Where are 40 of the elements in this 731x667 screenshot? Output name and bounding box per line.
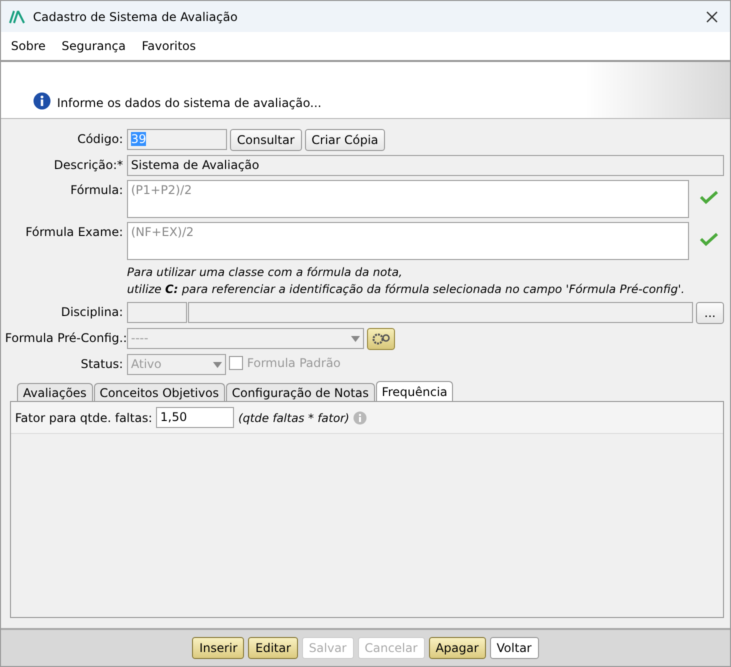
field-label: Fator para qtde. faltas: — [15, 410, 152, 424]
gear-button[interactable] — [367, 328, 395, 350]
field-label: Disciplina: — [60, 304, 123, 321]
toolbar-button[interactable]: Editar — [248, 637, 298, 659]
field-label: Status: — [80, 356, 123, 373]
dropdown-arrow-icon — [351, 336, 360, 342]
info-icon — [33, 92, 51, 110]
formula-note: (qtde faltas * fator) — [238, 410, 350, 424]
formula-field[interactable]: (P1+P2)/2 — [127, 180, 689, 218]
hint-text: Para utilizar uma classe com a fórmula da nota, — [127, 264, 404, 281]
action-button[interactable]: Criar Cópia — [304, 129, 386, 151]
tab[interactable]: Conceitos Objetivos — [94, 383, 225, 401]
discipline-code-field[interactable] — [127, 302, 187, 323]
dropdown-arrow-icon — [213, 362, 222, 368]
app-logo-icon — [9, 10, 25, 24]
tab[interactable]: Frequência — [376, 381, 454, 401]
window-title: Cadastro de Sistema de Avaliação — [33, 10, 239, 24]
factor-field[interactable]: 1,50 — [156, 407, 234, 428]
menu-item[interactable]: Sobre — [11, 39, 46, 53]
field-label: Código: — [76, 131, 123, 148]
description-field[interactable]: Sistema de Avaliação — [127, 155, 724, 176]
action-button[interactable]: Consultar — [230, 129, 302, 151]
gears-icon — [371, 333, 391, 345]
toolbar-button[interactable]: Apagar — [428, 637, 486, 659]
banner-message: Informe os dados do sistema de avaliação... — [57, 96, 322, 110]
field-label: Fórmula Exame: — [24, 224, 123, 241]
browse-button[interactable]: ... — [696, 302, 724, 324]
formula-field[interactable]: (NF+EX)/2 — [127, 222, 689, 260]
field-label: Descrição:* — [52, 157, 123, 174]
checkbox-label: Formula Padrão — [247, 356, 341, 370]
toolbar-button[interactable]: Inserir — [192, 637, 244, 659]
hint-text: utilize C: para referenciar a identificação da fórmula selecionada no campo 'Fórmula Pré-config'. — [127, 281, 686, 298]
tab[interactable]: Configuração de Notas — [226, 383, 375, 401]
discipline-name-field[interactable] — [188, 302, 693, 323]
tab[interactable]: Avaliações — [17, 383, 93, 401]
toolbar-button[interactable]: Voltar — [490, 637, 539, 659]
info-icon — [353, 410, 368, 424]
menu-item[interactable]: Favoritos — [142, 39, 196, 53]
menu-item[interactable]: Segurança — [62, 39, 126, 53]
field-label: Fórmula: — [69, 182, 123, 199]
